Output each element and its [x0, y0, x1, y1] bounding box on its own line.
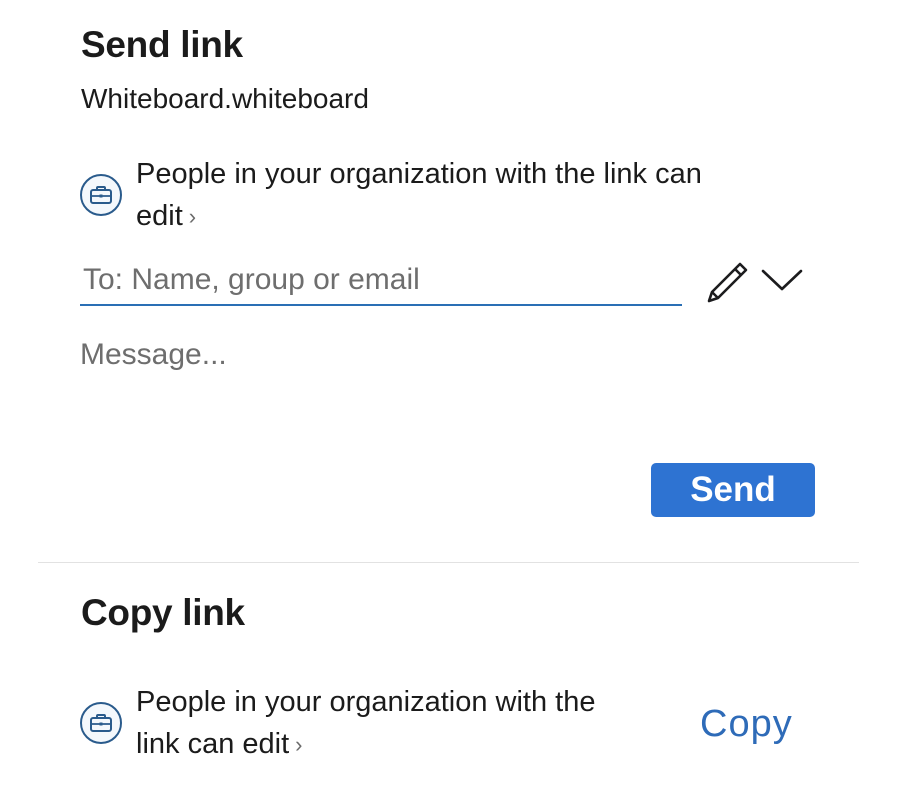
copy-permission-text-line2: link can edit	[136, 728, 290, 760]
send-button[interactable]: Send	[651, 463, 815, 517]
chevron-right-icon: ›	[295, 732, 303, 757]
chevron-right-icon: ›	[188, 204, 197, 229]
copy-permission-link[interactable]: People in your organization with the lin…	[136, 681, 676, 767]
recipient-input[interactable]	[80, 258, 685, 302]
copy-permission-text-line1: People in your organization with the	[136, 686, 596, 718]
briefcase-icon	[80, 174, 122, 216]
divider	[38, 562, 859, 563]
send-permission-link[interactable]: People in your organization with the lin…	[136, 153, 746, 239]
message-field[interactable]	[80, 338, 800, 428]
pencil-icon[interactable]	[704, 260, 750, 304]
send-link-title: Send link	[81, 24, 243, 65]
file-name: Whiteboard.whiteboard	[81, 83, 369, 114]
chevron-down-icon[interactable]	[760, 266, 804, 294]
copy-button[interactable]: Copy	[700, 703, 793, 746]
to-field[interactable]	[80, 258, 685, 306]
copy-link-title: Copy link	[81, 592, 245, 633]
briefcase-icon	[80, 702, 122, 744]
send-permission-text: People in your organization with the lin…	[136, 158, 702, 232]
message-input[interactable]	[80, 338, 800, 428]
